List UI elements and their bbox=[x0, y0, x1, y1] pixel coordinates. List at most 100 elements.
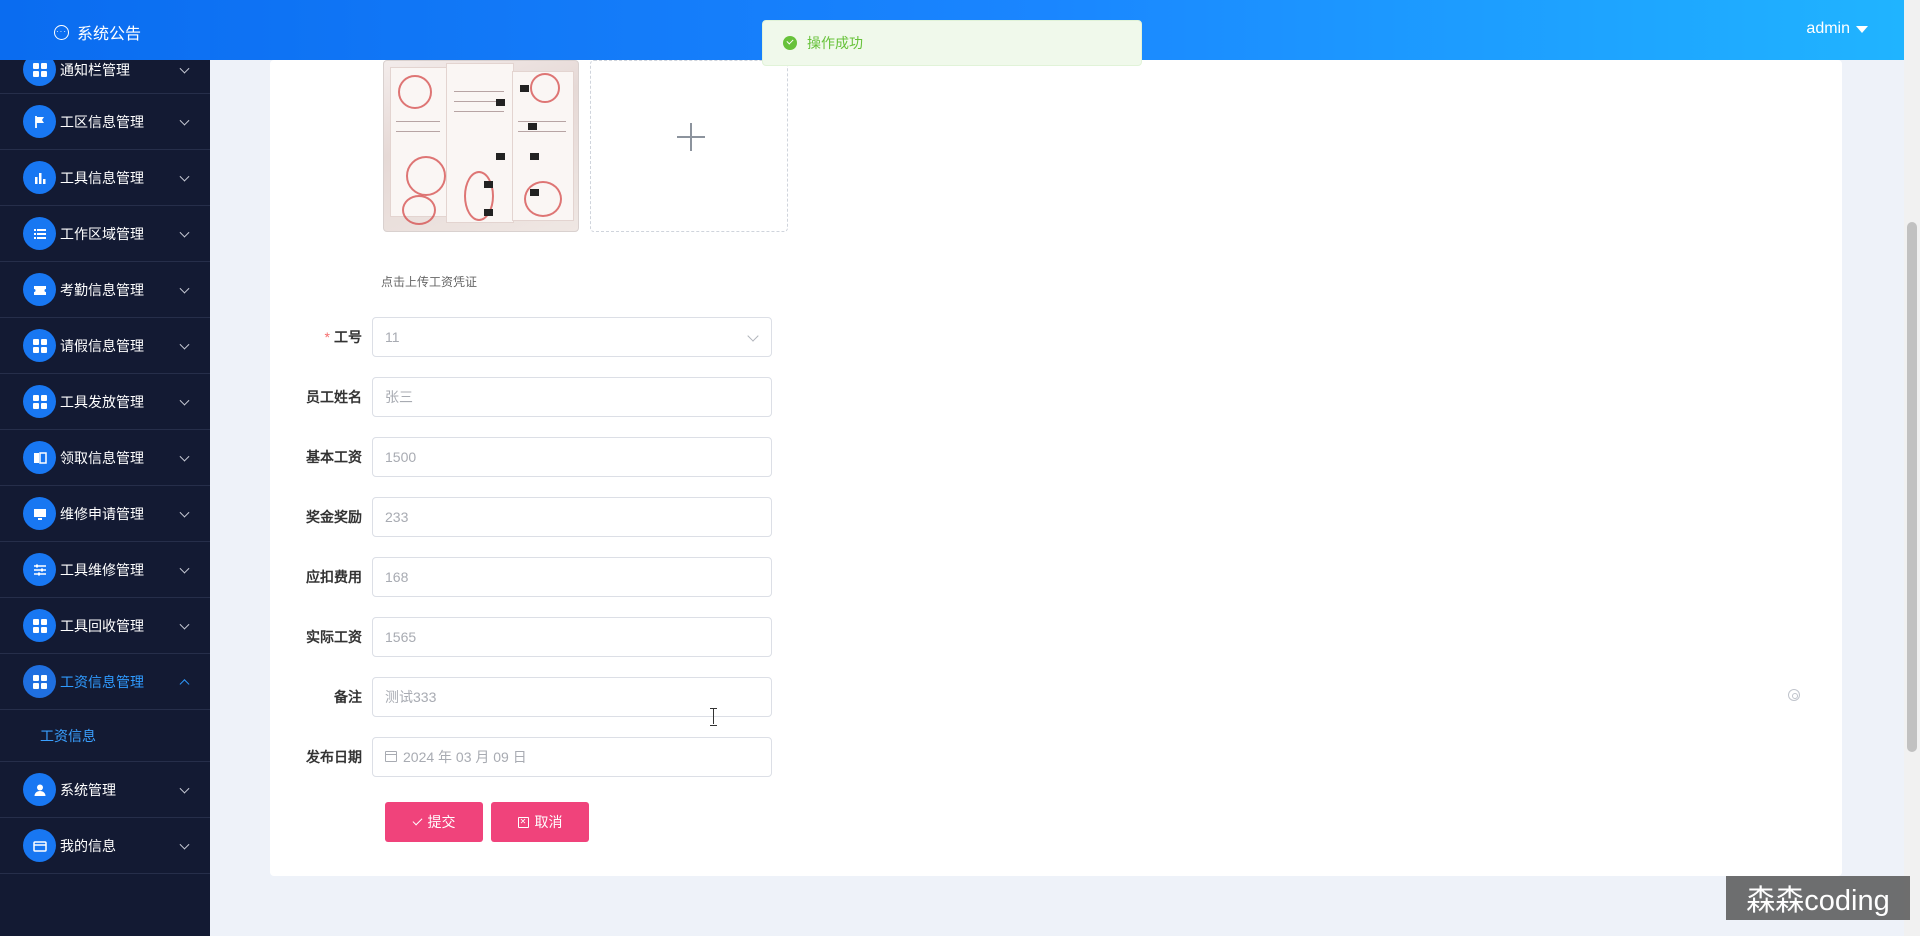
grid-icon bbox=[23, 665, 56, 698]
sidebar-item-attendance[interactable]: 考勤信息管理 bbox=[0, 262, 210, 318]
chevron-down-icon bbox=[747, 330, 759, 342]
flag-icon bbox=[23, 105, 56, 138]
sidebar-item-my-info[interactable]: 我的信息 bbox=[0, 818, 210, 874]
sidebar-item-tool-info[interactable]: 工具信息管理 bbox=[0, 150, 210, 206]
name-field[interactable]: 张三 bbox=[372, 377, 772, 417]
sidebar-item-notice-bar[interactable]: 通知栏管理 bbox=[0, 53, 210, 94]
user-menu[interactable]: admin bbox=[1806, 20, 1868, 38]
sidebar-item-label: 通知栏管理 bbox=[60, 61, 130, 78]
sidebar-item-label: 维修申请管理 bbox=[60, 505, 144, 522]
user-icon bbox=[23, 773, 56, 806]
calendar-icon bbox=[385, 750, 397, 762]
grid-icon bbox=[23, 609, 56, 642]
sidebar: 通知栏管理 工区信息管理 工具信息管理 工作区域管理 考勤信息管理 请假信息管理 bbox=[0, 53, 210, 936]
sidebar-item-tool-issue[interactable]: 工具发放管理 bbox=[0, 374, 210, 430]
submit-button[interactable]: 提交 bbox=[385, 802, 483, 842]
wallet-icon bbox=[23, 829, 56, 862]
upload-tip: 点击上传工资凭证 bbox=[381, 275, 478, 289]
deduction-label: 应扣费用 bbox=[306, 569, 362, 585]
sidebar-item-receive[interactable]: 领取信息管理 bbox=[0, 430, 210, 486]
actual-salary-label: 实际工资 bbox=[306, 629, 362, 645]
success-toast: 操作成功 bbox=[762, 20, 1142, 66]
target-icon[interactable] bbox=[1788, 689, 1800, 701]
chevron-down-icon bbox=[179, 783, 190, 794]
chevron-down-icon bbox=[179, 227, 190, 238]
cancel-button[interactable]: ✕ 取消 bbox=[491, 802, 589, 842]
employee-no-select[interactable]: 11 bbox=[372, 317, 772, 357]
deduction-field[interactable]: 168 bbox=[372, 557, 772, 597]
chevron-down-icon bbox=[179, 839, 190, 850]
upload-button[interactable] bbox=[590, 60, 788, 232]
sidebar-item-tool-repair[interactable]: 工具维修管理 bbox=[0, 542, 210, 598]
caret-down-icon bbox=[1856, 25, 1868, 33]
chevron-down-icon bbox=[179, 451, 190, 462]
sidebar-item-label: 请假信息管理 bbox=[60, 337, 144, 354]
chevron-down-icon bbox=[179, 563, 190, 574]
grid-icon bbox=[23, 385, 56, 418]
bonus-field[interactable]: 233 bbox=[372, 497, 772, 537]
ticket-icon bbox=[23, 273, 56, 306]
base-salary-field[interactable]: 1500 bbox=[372, 437, 772, 477]
base-salary-label: 基本工资 bbox=[306, 449, 362, 465]
chevron-up-icon bbox=[179, 678, 190, 689]
form-row-bonus: 奖金奖励 233 bbox=[300, 497, 782, 537]
sidebar-item-label: 工具信息管理 bbox=[60, 169, 144, 186]
chevron-down-icon bbox=[179, 171, 190, 182]
remark-label: 备注 bbox=[334, 689, 362, 705]
sidebar-item-system[interactable]: 系统管理 bbox=[0, 762, 210, 818]
chevron-down-icon bbox=[179, 63, 190, 74]
form-row-base-salary: 基本工资 1500 bbox=[300, 437, 782, 477]
announcement-link[interactable]: ··· 系统公告 bbox=[54, 20, 141, 44]
sliders-icon bbox=[23, 553, 56, 586]
monitor-icon bbox=[23, 497, 56, 530]
sidebar-item-work-area-info[interactable]: 工区信息管理 bbox=[0, 94, 210, 150]
close-box-icon: ✕ bbox=[517, 816, 529, 828]
success-check-icon bbox=[783, 36, 797, 50]
sidebar-subitem-salary-info[interactable]: 工资信息 bbox=[0, 710, 210, 762]
bonus-label: 奖金奖励 bbox=[306, 509, 362, 525]
chevron-down-icon bbox=[179, 339, 190, 350]
username: admin bbox=[1806, 20, 1850, 37]
watermark: 森森coding bbox=[1726, 876, 1910, 920]
chevron-down-icon bbox=[179, 115, 190, 126]
announcement-label: 系统公告 bbox=[77, 26, 142, 43]
sidebar-item-label: 工资信息管理 bbox=[60, 673, 144, 690]
sidebar-item-leave[interactable]: 请假信息管理 bbox=[0, 318, 210, 374]
actual-salary-field[interactable]: 1565 bbox=[372, 617, 772, 657]
employee-no-label: * 工号 bbox=[324, 329, 362, 345]
chat-icon: ··· bbox=[54, 24, 69, 40]
book-icon bbox=[23, 441, 56, 474]
sidebar-item-label: 我的信息 bbox=[60, 837, 116, 854]
sidebar-item-label: 系统管理 bbox=[60, 781, 116, 798]
sidebar-item-label: 领取信息管理 bbox=[60, 449, 144, 466]
toast-message: 操作成功 bbox=[807, 35, 863, 51]
sidebar-item-label: 工区信息管理 bbox=[60, 113, 144, 130]
publish-date-picker[interactable]: 2024 年 03 月 09 日 bbox=[372, 737, 772, 777]
chevron-down-icon bbox=[179, 283, 190, 294]
chevron-down-icon bbox=[179, 619, 190, 630]
form-row-name: 员工姓名 张三 bbox=[300, 377, 782, 417]
sidebar-item-salary[interactable]: 工资信息管理 bbox=[0, 654, 210, 710]
sidebar-item-tool-recycle[interactable]: 工具回收管理 bbox=[0, 598, 210, 654]
chevron-down-icon bbox=[179, 395, 190, 406]
bar-chart-icon bbox=[23, 161, 56, 194]
sidebar-item-label: 工具维修管理 bbox=[60, 561, 144, 578]
form-row-employee-no: * 工号 11 bbox=[300, 317, 782, 357]
grid-icon bbox=[23, 329, 56, 362]
form-row-deduction: 应扣费用 168 bbox=[300, 557, 782, 597]
page-scrollbar[interactable] bbox=[1904, 0, 1920, 936]
publish-date-label: 发布日期 bbox=[306, 749, 362, 765]
list-icon bbox=[23, 217, 56, 250]
chevron-down-icon bbox=[179, 507, 190, 518]
salary-voucher-image[interactable] bbox=[383, 60, 579, 232]
check-icon bbox=[412, 815, 422, 826]
scrollbar-thumb[interactable] bbox=[1907, 222, 1917, 752]
sidebar-item-label: 工作区域管理 bbox=[60, 225, 144, 242]
sidebar-item-repair-request[interactable]: 维修申请管理 bbox=[0, 486, 210, 542]
sidebar-item-label: 工具回收管理 bbox=[60, 617, 144, 634]
sidebar-item-label: 工具发放管理 bbox=[60, 393, 144, 410]
sidebar-item-work-region[interactable]: 工作区域管理 bbox=[0, 206, 210, 262]
text-cursor-icon bbox=[709, 708, 719, 726]
form-row-publish-date: 发布日期 2024 年 03 月 09 日 bbox=[300, 737, 782, 777]
sidebar-item-label: 考勤信息管理 bbox=[60, 281, 144, 298]
